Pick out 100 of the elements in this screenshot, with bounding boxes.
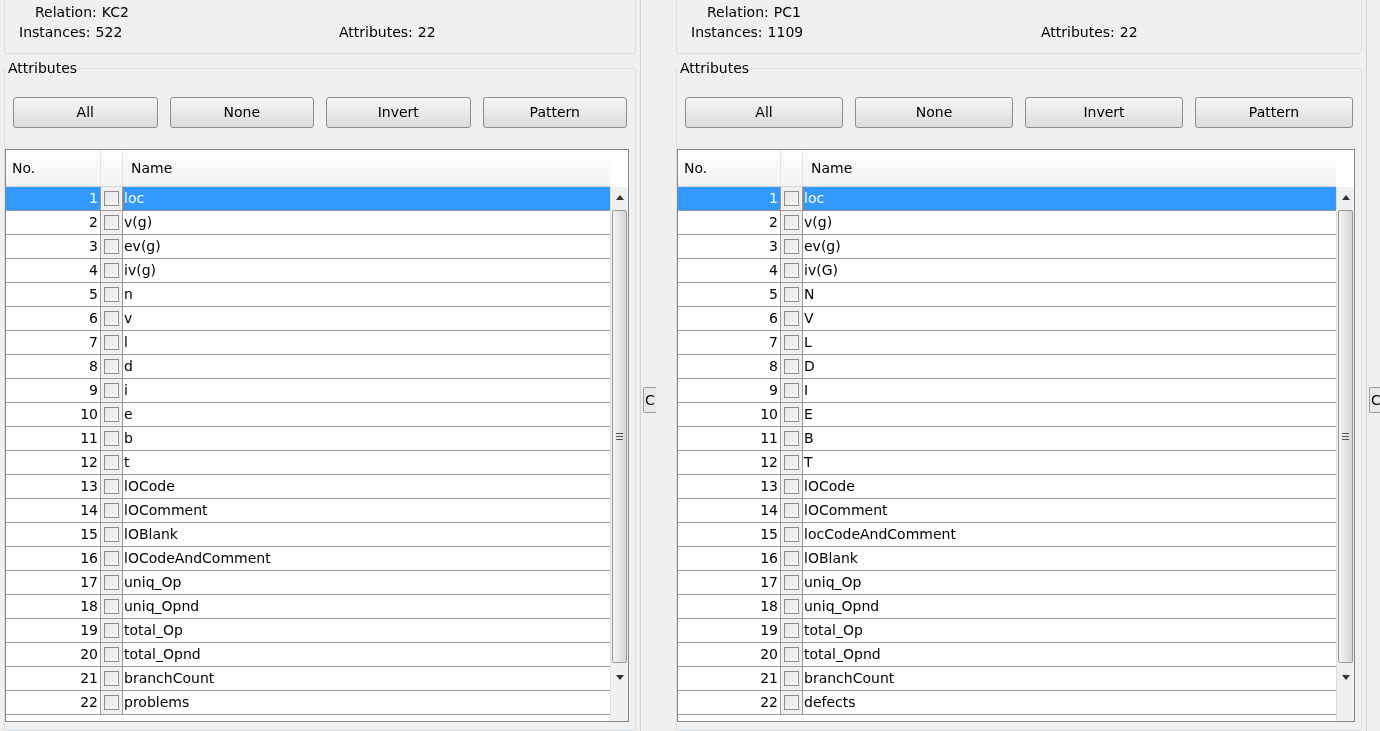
scrollbar-thumb[interactable] <box>612 210 627 663</box>
checkbox[interactable] <box>784 647 799 662</box>
checkbox[interactable] <box>784 335 799 350</box>
checkbox[interactable] <box>784 191 799 206</box>
scroll-down-icon[interactable] <box>1341 675 1350 680</box>
checkbox[interactable] <box>784 407 799 422</box>
checkbox[interactable] <box>104 527 119 542</box>
checkbox[interactable] <box>104 479 119 494</box>
checkbox[interactable] <box>104 551 119 566</box>
attribute-row[interactable]: 7 L <box>678 331 1336 355</box>
checkbox[interactable] <box>104 383 119 398</box>
attribute-row[interactable]: 10 E <box>678 403 1336 427</box>
attribute-row[interactable]: 12 t <box>6 451 610 475</box>
attribute-row[interactable]: 9 i <box>6 379 610 403</box>
attribute-row[interactable]: 20 total_Opnd <box>678 643 1336 667</box>
attribute-row[interactable]: 16 lOCodeAndComment <box>6 547 610 571</box>
checkbox[interactable] <box>784 503 799 518</box>
attribute-row[interactable]: 3 ev(g) <box>678 235 1336 259</box>
attribute-row[interactable]: 15 locCodeAndComment <box>678 523 1336 547</box>
column-header[interactable]: Name <box>803 150 1336 186</box>
checkbox[interactable] <box>784 527 799 542</box>
attribute-row[interactable]: 6 v <box>6 307 610 331</box>
checkbox[interactable] <box>784 215 799 230</box>
checkbox[interactable] <box>784 479 799 494</box>
side-button[interactable]: C <box>1369 387 1380 413</box>
checkbox[interactable] <box>104 455 119 470</box>
checkbox[interactable] <box>104 263 119 278</box>
scrollbar[interactable] <box>610 187 628 721</box>
attribute-row[interactable]: 18 uniq_Opnd <box>6 595 610 619</box>
checkbox[interactable] <box>104 695 119 710</box>
checkbox[interactable] <box>784 311 799 326</box>
checkbox[interactable] <box>784 599 799 614</box>
attribute-row[interactable]: 2 v(g) <box>678 211 1336 235</box>
filter-button[interactable]: Invert <box>1025 97 1183 128</box>
attribute-row[interactable]: 11 B <box>678 427 1336 451</box>
attribute-row[interactable]: 8 D <box>678 355 1336 379</box>
attribute-row[interactable]: 22 problems <box>6 691 610 715</box>
filter-button[interactable]: Pattern <box>482 97 627 128</box>
checkbox[interactable] <box>104 575 119 590</box>
scroll-up-icon[interactable] <box>615 195 624 200</box>
attribute-row[interactable]: 11 b <box>6 427 610 451</box>
checkbox[interactable] <box>104 623 119 638</box>
checkbox[interactable] <box>104 287 119 302</box>
attribute-row[interactable]: 14 lOComment <box>678 499 1336 523</box>
checkbox[interactable] <box>784 575 799 590</box>
column-header[interactable]: Name <box>123 150 610 186</box>
checkbox[interactable] <box>104 431 119 446</box>
checkbox[interactable] <box>784 551 799 566</box>
attribute-row[interactable]: 14 lOComment <box>6 499 610 523</box>
checkbox[interactable] <box>104 311 119 326</box>
checkbox[interactable] <box>104 359 119 374</box>
column-header[interactable]: No. <box>678 150 781 186</box>
scrollbar[interactable] <box>1336 187 1354 721</box>
attribute-row[interactable]: 21 branchCount <box>678 667 1336 691</box>
attribute-row[interactable]: 3 ev(g) <box>6 235 610 259</box>
checkbox[interactable] <box>784 263 799 278</box>
checkbox[interactable] <box>104 647 119 662</box>
attribute-row[interactable]: 6 V <box>678 307 1336 331</box>
filter-button[interactable]: None <box>169 97 314 128</box>
attribute-row[interactable]: 19 total_Op <box>678 619 1336 643</box>
filter-button[interactable]: Pattern <box>1195 97 1353 128</box>
checkbox[interactable] <box>784 359 799 374</box>
attribute-row[interactable]: 10 e <box>6 403 610 427</box>
attribute-row[interactable]: 15 lOBlank <box>6 523 610 547</box>
attribute-row[interactable]: 18 uniq_Opnd <box>678 595 1336 619</box>
checkbox[interactable] <box>784 623 799 638</box>
checkbox[interactable] <box>104 671 119 686</box>
checkbox[interactable] <box>784 239 799 254</box>
filter-button[interactable]: Invert <box>326 97 471 128</box>
checkbox[interactable] <box>104 407 119 422</box>
attribute-row[interactable]: 20 total_Opnd <box>6 643 610 667</box>
scrollbar-thumb[interactable] <box>1338 210 1353 663</box>
scroll-up-icon[interactable] <box>1341 195 1350 200</box>
checkbox[interactable] <box>104 215 119 230</box>
filter-button[interactable]: All <box>685 97 843 128</box>
checkbox[interactable] <box>104 599 119 614</box>
attribute-row[interactable]: 16 lOBlank <box>678 547 1336 571</box>
attribute-row[interactable]: 19 total_Op <box>6 619 610 643</box>
checkbox[interactable] <box>784 455 799 470</box>
attribute-row[interactable]: 21 branchCount <box>6 667 610 691</box>
checkbox[interactable] <box>784 695 799 710</box>
checkbox[interactable] <box>104 335 119 350</box>
attribute-row[interactable]: 5 N <box>678 283 1336 307</box>
checkbox[interactable] <box>104 191 119 206</box>
checkbox[interactable] <box>104 239 119 254</box>
attribute-row[interactable]: 5 n <box>6 283 610 307</box>
filter-button[interactable]: None <box>855 97 1013 128</box>
checkbox[interactable] <box>784 383 799 398</box>
attribute-row[interactable]: 17 uniq_Op <box>678 571 1336 595</box>
column-header[interactable]: No. <box>6 150 101 186</box>
checkbox[interactable] <box>784 287 799 302</box>
attribute-row[interactable]: 7 l <box>6 331 610 355</box>
attribute-row[interactable]: 13 lOCode <box>6 475 610 499</box>
attribute-row[interactable]: 12 T <box>678 451 1336 475</box>
checkbox[interactable] <box>784 671 799 686</box>
attribute-row[interactable]: 13 lOCode <box>678 475 1336 499</box>
attribute-row[interactable]: 22 defects <box>678 691 1336 715</box>
checkbox[interactable] <box>104 503 119 518</box>
scroll-down-icon[interactable] <box>615 675 624 680</box>
side-button[interactable]: C <box>643 387 656 413</box>
